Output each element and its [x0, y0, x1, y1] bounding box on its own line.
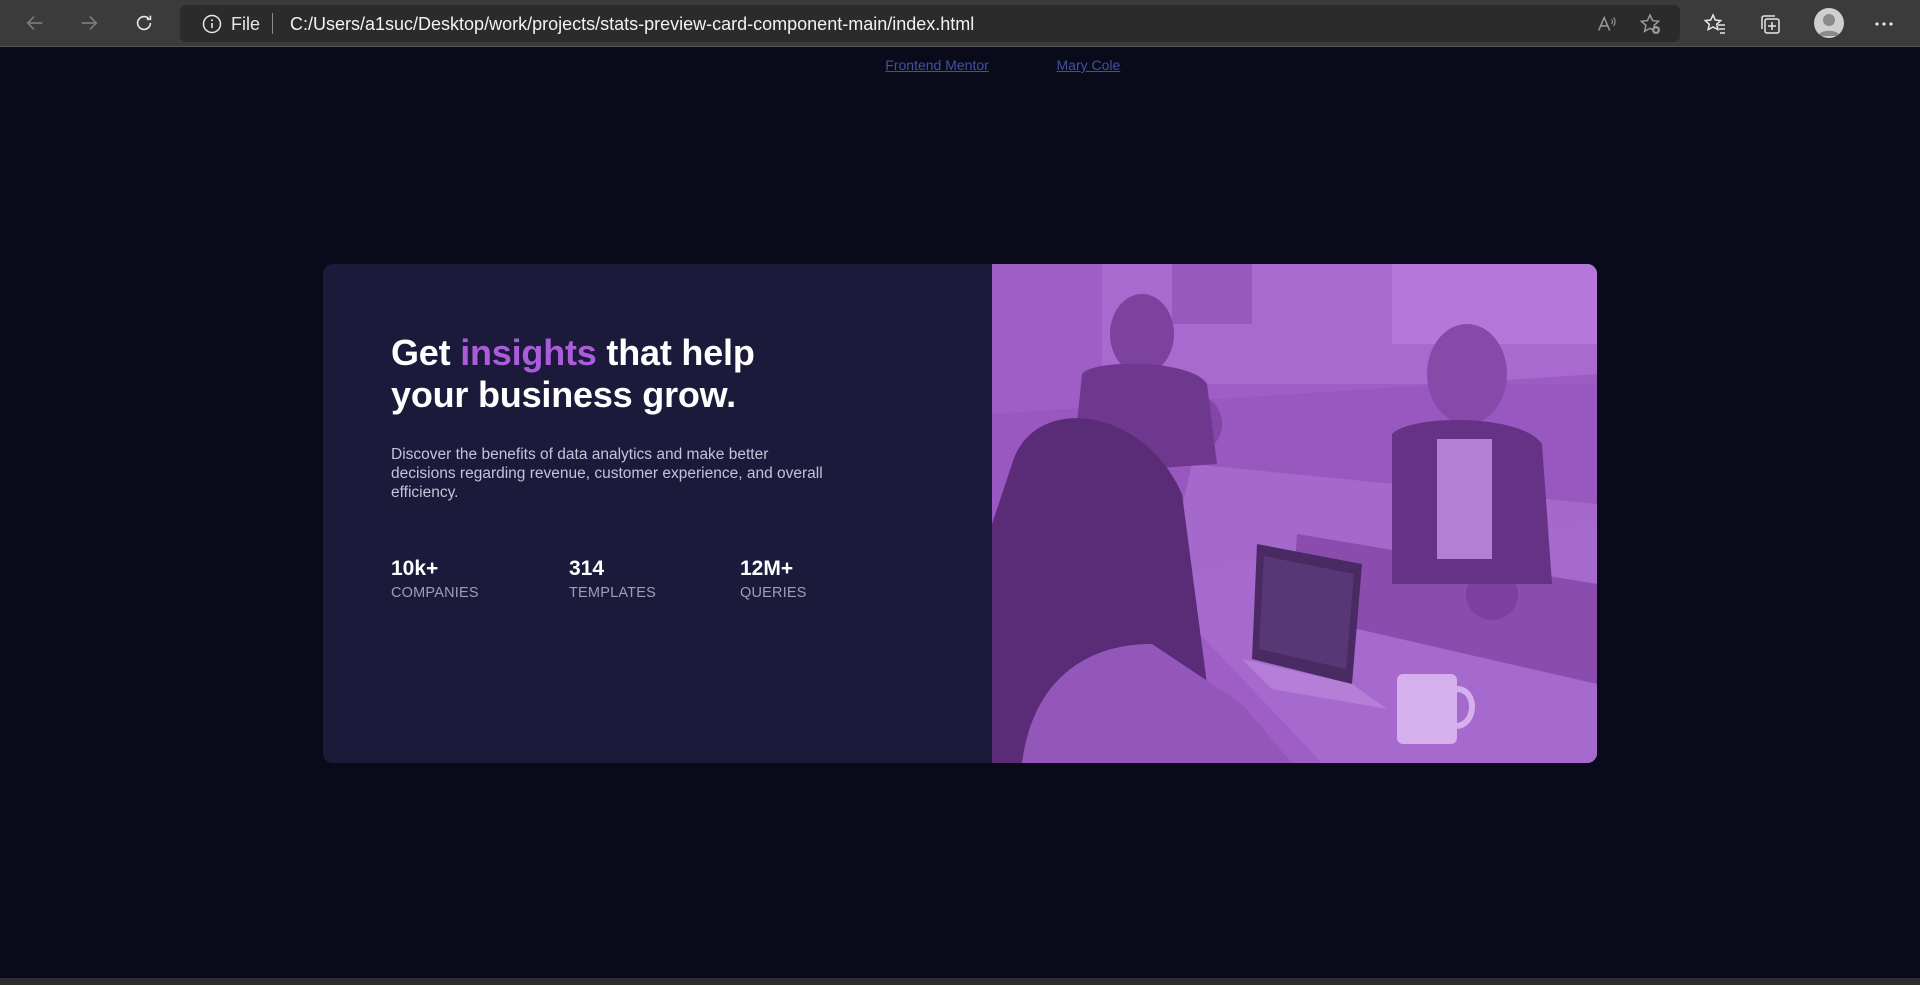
add-favorite-button[interactable]: [1637, 11, 1663, 37]
collections-icon: [1761, 15, 1780, 34]
stat-label: Companies: [391, 585, 479, 601]
bottom-edge: [0, 978, 1920, 985]
profile-button[interactable]: [1814, 8, 1844, 38]
author-link[interactable]: Mary Cole: [1057, 57, 1121, 73]
stat-companies: 10k+ Companies: [391, 557, 479, 601]
address-bar[interactable]: File C:/Users/a1suc/Desktop/work/project…: [180, 5, 1680, 42]
headline-start: Get: [391, 332, 461, 373]
more-button[interactable]: [1868, 8, 1900, 40]
refresh-button[interactable]: [126, 5, 162, 41]
headline-accent: insights: [460, 332, 597, 373]
frontend-mentor-link[interactable]: Frontend Mentor: [885, 57, 989, 73]
stat-value: 10k+: [391, 557, 439, 580]
favorites-icon: [1703, 13, 1725, 34]
stats-row: 10k+ Companies 314 Templates 12M+ Querie…: [391, 557, 841, 602]
office-photo: [992, 264, 1597, 763]
attribution-middle: Coded by: [992, 57, 1053, 73]
read-aloud-icon: [1597, 15, 1616, 31]
card-description: Discover the benefits of data analytics …: [391, 446, 823, 501]
forward-button[interactable]: [71, 5, 107, 41]
collections-button[interactable]: [1754, 8, 1786, 40]
stat-label: Templates: [569, 585, 656, 601]
address-separator: [272, 13, 273, 34]
url-text[interactable]: C:/Users/a1suc/Desktop/work/projects/sta…: [290, 14, 974, 35]
info-icon[interactable]: [202, 14, 222, 34]
more-icon: [1875, 22, 1893, 26]
back-icon: [26, 15, 43, 31]
profile-icon: [1818, 14, 1840, 36]
card-headline: Get insights that help your business gro…: [391, 332, 841, 416]
add-favorite-icon: [1639, 13, 1661, 34]
attribution-prefix: Challenge by: [799, 57, 882, 73]
stat-templates: 314 Templates: [569, 557, 656, 601]
favorites-button[interactable]: [1699, 8, 1731, 40]
attribution: Challenge by Frontend Mentor Coded by Ma…: [0, 57, 1920, 73]
protocol-label: File: [231, 14, 261, 34]
stat-value: 12M+: [740, 557, 794, 580]
forward-icon: [81, 15, 98, 31]
stat-label: Queries: [740, 585, 807, 601]
stat-queries: 12M+ Queries: [740, 557, 807, 601]
card-text: Get insights that help your business gro…: [391, 332, 841, 502]
refresh-icon: [136, 15, 152, 31]
office-photo-illustration: [992, 264, 1597, 763]
read-aloud-button[interactable]: [1593, 11, 1619, 37]
back-button[interactable]: [17, 5, 53, 41]
browser-toolbar: File C:/Users/a1suc/Desktop/work/project…: [0, 0, 1920, 47]
stats-preview-card: Get insights that help your business gro…: [323, 264, 1597, 763]
stat-value: 314: [569, 557, 605, 580]
